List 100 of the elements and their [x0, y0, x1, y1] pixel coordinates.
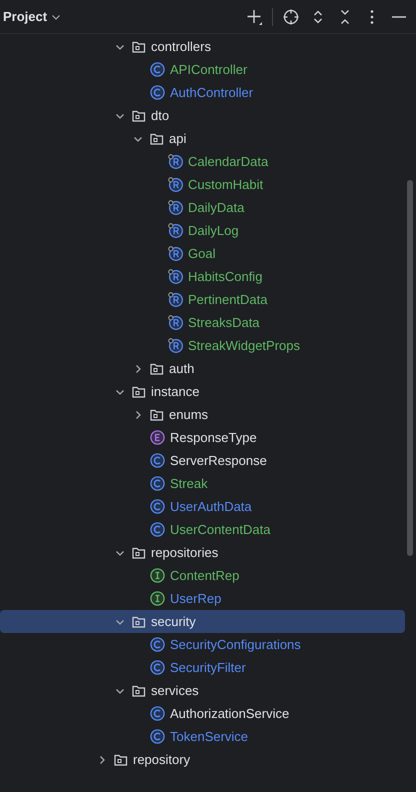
item-label: Streak — [170, 476, 208, 491]
record-icon — [168, 177, 183, 192]
tree-item[interactable]: Goal — [0, 242, 405, 265]
class-icon — [150, 522, 165, 537]
tree-item[interactable]: api — [0, 127, 405, 150]
item-label: DailyLog — [188, 223, 239, 238]
item-label: TokenService — [170, 729, 248, 744]
plus-icon[interactable] — [245, 8, 263, 26]
record-icon — [168, 292, 183, 307]
tree-item[interactable]: ResponseType — [0, 426, 405, 449]
project-dropdown[interactable]: Project — [1, 7, 64, 26]
class-icon — [150, 85, 165, 100]
tree-item[interactable]: instance — [0, 380, 405, 403]
folder-icon — [132, 110, 146, 122]
folder-icon — [150, 132, 164, 144]
record-icon — [168, 154, 183, 169]
folder-icon — [150, 362, 164, 374]
class-icon — [150, 706, 165, 721]
item-label: instance — [151, 384, 200, 399]
item-label: SecurityConfigurations — [170, 637, 301, 652]
item-label: StreaksData — [188, 315, 260, 330]
interface-icon — [150, 568, 165, 583]
item-label: Goal — [188, 246, 216, 261]
item-label: UserRep — [170, 591, 222, 606]
item-label: HabitsConfig — [188, 269, 262, 284]
item-label: AuthController — [170, 85, 254, 100]
tree-item[interactable]: UserAuthData — [0, 495, 405, 518]
tree-item[interactable]: CustomHabit — [0, 173, 405, 196]
tree-item[interactable]: SecurityConfigurations — [0, 633, 405, 656]
item-label: ServerResponse — [170, 453, 267, 468]
item-label: PertinentData — [188, 292, 268, 307]
item-label: CustomHabit — [188, 177, 264, 192]
tree-item[interactable]: enums — [0, 403, 405, 426]
tree-item[interactable]: TokenService — [0, 725, 405, 748]
folder-icon — [132, 616, 146, 628]
folder-icon — [132, 386, 146, 398]
class-icon — [150, 453, 165, 468]
folder-icon — [114, 754, 128, 766]
item-label: auth — [169, 361, 194, 376]
item-label: api — [169, 131, 186, 146]
item-label: UserAuthData — [170, 499, 252, 514]
folder-icon — [132, 40, 146, 52]
scrollbar[interactable] — [407, 180, 413, 556]
record-icon — [168, 269, 183, 284]
tree-item[interactable]: AuthController — [0, 81, 405, 104]
class-icon — [150, 476, 165, 491]
folder-icon — [132, 684, 146, 696]
item-label: services — [151, 683, 199, 698]
tree-item[interactable]: auth — [0, 357, 405, 380]
tree-item[interactable]: dto — [0, 104, 405, 127]
record-icon — [168, 200, 183, 215]
tree-item[interactable]: HabitsConfig — [0, 265, 405, 288]
item-label: SecurityFilter — [170, 660, 246, 675]
record-icon — [168, 246, 183, 261]
item-label: security — [151, 614, 196, 629]
tree-item[interactable]: UserContentData — [0, 518, 405, 541]
tree-item[interactable]: UserRep — [0, 587, 405, 610]
item-label: repository — [133, 752, 190, 767]
item-label: CalendarData — [188, 154, 268, 169]
record-icon — [168, 315, 183, 330]
tree-item[interactable]: security — [0, 610, 405, 633]
item-label: DailyData — [188, 200, 244, 215]
tree-item[interactable]: Streak — [0, 472, 405, 495]
tree-item[interactable]: ContentRep — [0, 564, 405, 587]
item-label: AuthorizationService — [170, 706, 290, 721]
item-label: enums — [169, 407, 208, 422]
folder-icon — [132, 546, 146, 558]
item-label: ResponseType — [170, 430, 257, 445]
item-label: APIController — [170, 62, 248, 77]
tree-item[interactable]: controllers — [0, 35, 405, 58]
tree-item[interactable]: repositories — [0, 541, 405, 564]
class-icon — [150, 637, 165, 652]
tree-item[interactable]: AuthorizationService — [0, 702, 405, 725]
item-label: repositories — [151, 545, 218, 560]
tree-item[interactable]: repository — [0, 748, 405, 771]
tree-item[interactable]: PertinentData — [0, 288, 405, 311]
class-icon — [150, 62, 165, 77]
tree-item[interactable]: APIController — [0, 58, 405, 81]
class-icon — [150, 729, 165, 744]
tree-item[interactable]: StreaksData — [0, 311, 405, 334]
interface-icon — [150, 591, 165, 606]
item-label: StreakWidgetProps — [188, 338, 300, 353]
tree-item[interactable]: SecurityFilter — [0, 656, 405, 679]
enum-icon — [150, 430, 165, 445]
crosshair-icon[interactable] — [282, 8, 300, 26]
item-label: controllers — [151, 39, 211, 54]
tree-item[interactable]: CalendarData — [0, 150, 405, 173]
tree-item[interactable]: ServerResponse — [0, 449, 405, 472]
item-label: ContentRep — [170, 568, 240, 583]
class-icon — [150, 499, 165, 514]
tree-item[interactable]: StreakWidgetProps — [0, 334, 405, 357]
record-icon — [168, 338, 183, 353]
folder-icon — [150, 408, 164, 420]
class-icon — [150, 660, 165, 675]
tree-item[interactable]: DailyLog — [0, 219, 405, 242]
item-label: dto — [151, 108, 170, 123]
tree-item[interactable]: services — [0, 679, 405, 702]
record-icon — [168, 223, 183, 238]
item-label: UserContentData — [170, 522, 270, 537]
tree-item[interactable]: DailyData — [0, 196, 405, 219]
